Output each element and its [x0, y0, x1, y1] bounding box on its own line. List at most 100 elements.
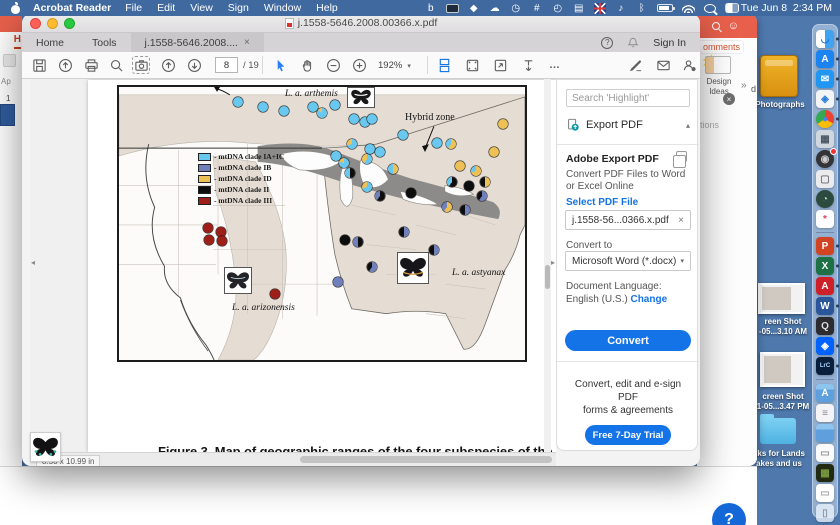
find-button[interactable] [107, 56, 125, 74]
tools-search-input[interactable]: Search 'Highlight' [566, 89, 690, 107]
wifi-icon[interactable] [682, 4, 695, 13]
share-button[interactable] [56, 56, 74, 74]
bluetooth-icon[interactable]: ᛒ [636, 2, 648, 15]
convert-button[interactable]: Convert [565, 330, 691, 351]
screenshot-file-1-label[interactable]: reen Shot-05...3.10 AM [754, 317, 812, 337]
powerpoint-home-tab-fragment[interactable]: H [14, 34, 21, 49]
zoom-in-button[interactable] [350, 56, 368, 74]
beats-icon[interactable]: b [425, 2, 437, 15]
dock-dropbox[interactable]: ◈ [816, 337, 834, 355]
apple-menu-icon[interactable] [10, 3, 21, 14]
chevron-up-icon[interactable]: ▴ [686, 121, 690, 130]
menu-sign[interactable]: Sign [228, 2, 249, 14]
dock-excel[interactable]: X [816, 257, 834, 275]
dock-downloads-stack[interactable]: ▭ [816, 444, 834, 462]
tab-document[interactable]: j.1558-5646.2008.... × [131, 33, 264, 52]
dock-photos[interactable]: * [816, 210, 834, 228]
comments-button-fragment[interactable]: omments [699, 40, 744, 54]
design-ideas-label[interactable]: DesignIdeas [697, 77, 741, 97]
page-number-input[interactable]: 8 [215, 57, 238, 73]
dock-app-store[interactable]: A [816, 50, 834, 68]
uk-flag-icon[interactable] [594, 3, 606, 14]
tab-home[interactable]: Home [22, 33, 78, 52]
dock-applications-folder[interactable]: A [816, 384, 834, 402]
dock-acrobat[interactable]: A [816, 277, 834, 295]
menu-help[interactable]: Help [316, 2, 338, 14]
screenshot-file-2[interactable] [760, 352, 805, 387]
menu-window[interactable]: Window [264, 2, 301, 14]
menu-view[interactable]: View [190, 2, 213, 14]
spotlight-icon[interactable] [704, 4, 716, 13]
dock-image-stack[interactable]: ▦ [816, 464, 834, 482]
dropbox-icon[interactable]: ◆ [468, 2, 480, 15]
remove-file-icon[interactable]: × [678, 215, 684, 226]
zoom-window-button[interactable] [64, 18, 75, 29]
menu-bar-clock[interactable]: Tue Jun 8 2:34 PM [741, 2, 832, 14]
close-window-button[interactable] [30, 18, 41, 29]
document-view[interactable]: L. a. arthemis Hybrid zone L. a. astyana… [30, 79, 556, 452]
dock-powerpoint[interactable]: P [816, 237, 834, 255]
display-icon[interactable] [446, 4, 459, 13]
screenshot-file-2-label[interactable]: creen Shot1-05...3.47 PM [754, 392, 812, 412]
minimize-window-button[interactable] [47, 18, 58, 29]
screenshot-file-1[interactable] [758, 283, 805, 314]
dock-chrome[interactable]: ● [816, 110, 834, 128]
zoom-level-dropdown[interactable]: 192%▾ [378, 60, 411, 71]
dock-preview[interactable]: ▢ [816, 170, 834, 188]
vertical-scrollbar[interactable] [544, 79, 551, 452]
fit-page-button[interactable] [463, 56, 481, 74]
dock-color-meter[interactable]: ◉ [816, 150, 834, 168]
fill-sign-button[interactable] [626, 56, 644, 74]
more-tools-button[interactable]: … [546, 56, 564, 74]
dock-files-stack[interactable]: ▭ [816, 484, 834, 502]
snapshot-tool-button[interactable] [132, 56, 150, 74]
notifications-bell-icon[interactable] [627, 36, 639, 49]
user-switch-icon[interactable] [725, 3, 739, 13]
free-trial-button[interactable]: Free 7-Day Trial [585, 425, 671, 445]
clock-b-icon[interactable]: ◴ [552, 2, 564, 15]
right-panel-collapse-arrow[interactable]: ▸ [551, 258, 555, 267]
menu-edit[interactable]: Edit [157, 2, 175, 14]
zoom-out-button[interactable] [324, 56, 342, 74]
slide-thumbnail[interactable] [0, 104, 15, 126]
dock-screenshot-app[interactable]: ▦ [816, 130, 834, 148]
drive-label[interactable]: Photographs [752, 100, 808, 110]
creature-icon[interactable]: ☁ [489, 2, 501, 15]
tab-tools[interactable]: Tools [78, 33, 131, 52]
smiley-icon[interactable]: ☺ [728, 21, 739, 32]
selected-file-chip[interactable]: j.1558-56...0366.x.pdf× [565, 210, 691, 230]
help-icon[interactable]: ? [601, 37, 613, 49]
hand-tool-button[interactable] [298, 56, 316, 74]
menu-file[interactable]: File [125, 2, 142, 14]
app-menu-title[interactable]: Acrobat Reader [33, 2, 111, 14]
dock-trash[interactable]: ▯ [816, 504, 834, 522]
keyboard-icon[interactable]: ▤ [573, 2, 585, 15]
dock-folder-stack[interactable] [816, 424, 834, 442]
select-pdf-link[interactable]: Select PDF File [566, 197, 638, 208]
format-dropdown[interactable]: Microsoft Word (*.docx)▾ [565, 251, 691, 271]
external-drive-icon[interactable] [760, 55, 798, 97]
desktop-folder-label[interactable]: cks for Landsakes and us [750, 449, 808, 469]
send-mail-button[interactable] [654, 56, 672, 74]
print-button[interactable] [82, 56, 100, 74]
next-page-button[interactable] [185, 56, 203, 74]
change-language-link[interactable]: Change [630, 294, 667, 305]
previous-page-button[interactable] [159, 56, 177, 74]
dock-finder[interactable]: ◡ [816, 30, 834, 48]
sign-in-button[interactable]: Sign In [653, 37, 686, 49]
export-pdf-header[interactable]: Export PDF ▴ [566, 118, 690, 132]
dock-timer[interactable]: ◔ [816, 190, 834, 208]
request-signature-button[interactable] [680, 56, 698, 74]
dock-documents-stack[interactable]: ≡ [816, 404, 834, 422]
reading-mode-button[interactable] [519, 56, 537, 74]
dock-mail[interactable]: ✉ [816, 70, 834, 88]
dock-safari[interactable]: ◈ [816, 90, 834, 108]
dock-quicktime[interactable]: Q [816, 317, 834, 335]
powerpoint-toolbar-icon[interactable] [3, 54, 16, 67]
save-button[interactable] [30, 56, 48, 74]
volume-icon[interactable]: ♪ [615, 2, 627, 15]
select-tool-button[interactable] [271, 56, 289, 74]
copy-icon[interactable] [676, 151, 687, 162]
horizontal-scrollbar[interactable] [300, 456, 552, 463]
actual-size-button[interactable] [491, 56, 509, 74]
